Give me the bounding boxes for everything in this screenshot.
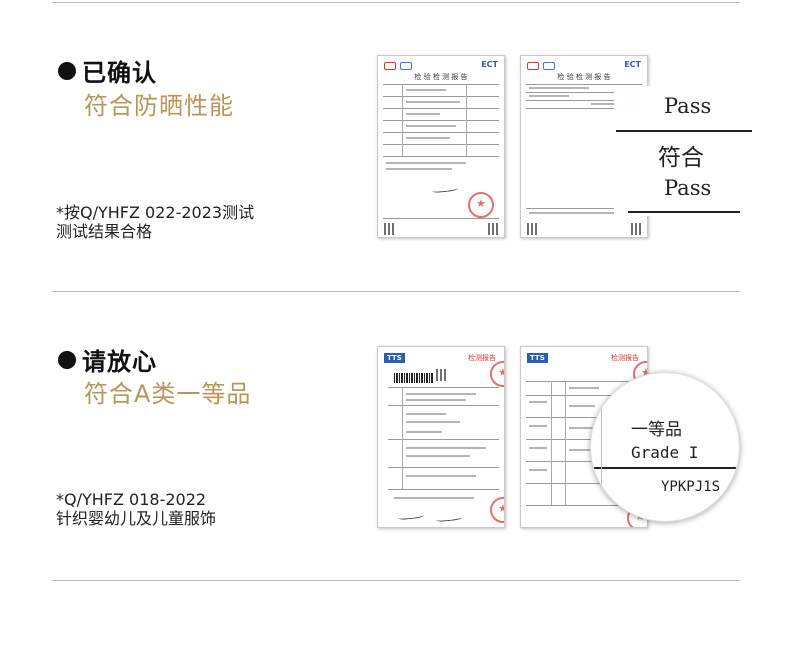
section1-subhead: 符合防晒性能 xyxy=(84,92,234,120)
report-seal-icon xyxy=(490,361,504,387)
qr-code-icon xyxy=(436,369,448,381)
callout-rule xyxy=(591,467,739,469)
section2-note: *Q/YHFZ 018-2022 针织婴幼儿及儿童服饰 xyxy=(56,490,216,528)
report-title: 检测报告 xyxy=(611,354,639,362)
callout-grade-cn: 一等品 xyxy=(631,420,682,440)
callout-grade-en: Grade I xyxy=(631,443,699,462)
top-divider xyxy=(52,2,740,3)
report-title: 检 验 检 测 报 告 xyxy=(414,73,468,81)
bullet-icon xyxy=(58,350,76,369)
callout-rule-bottom xyxy=(628,211,740,213)
report-brand: ECT xyxy=(624,60,641,69)
section2-headline: 请放心 xyxy=(58,342,157,377)
pass-callout: Pass 符合 Pass xyxy=(614,86,754,216)
middle-divider xyxy=(52,291,740,292)
report-seal-icon xyxy=(468,192,494,218)
signature-mark xyxy=(435,513,463,523)
signature-mark xyxy=(431,184,459,194)
report-image-1a: ECT 检 验 检 测 报 告 xyxy=(377,55,505,238)
callout-rule-top xyxy=(616,130,752,132)
magnifier-callout: 一等品 Grade I YPKPJ1S xyxy=(590,372,740,522)
barcode xyxy=(394,373,434,383)
cnas-logo-icon xyxy=(400,62,412,70)
report-brand: TTS xyxy=(527,353,548,363)
qr-code-icon xyxy=(488,223,500,235)
report-seal-icon xyxy=(490,497,504,523)
report-title: 检测报告 xyxy=(468,354,496,362)
section1-headline: 已确认 xyxy=(58,53,157,88)
bottom-divider xyxy=(52,580,740,581)
report-image-2a: TTS 检测报告 xyxy=(377,346,505,528)
section2-note-line1: *Q/YHFZ 018-2022 xyxy=(56,490,207,509)
callout-pass-top: Pass xyxy=(664,94,712,118)
report-brand: TTS xyxy=(384,353,405,363)
bullet-icon xyxy=(58,61,76,80)
section2-headline-text: 请放心 xyxy=(82,348,157,376)
cma-logo-icon xyxy=(384,62,396,70)
qr-code-icon xyxy=(384,223,396,235)
section1-note-line1: *按Q/YHFZ 022-2023测试 xyxy=(56,203,255,222)
section1-note: *按Q/YHFZ 022-2023测试 测试结果合格 xyxy=(56,203,254,241)
qr-code-icon xyxy=(527,223,539,235)
report-brand: ECT xyxy=(481,60,498,69)
report-title: 检 验 检 测 报 告 xyxy=(557,73,611,81)
callout-pass-bottom: Pass xyxy=(664,176,712,200)
qr-code-icon xyxy=(631,223,643,235)
section2-subhead: 符合A类一等品 xyxy=(84,380,252,408)
signature-mark xyxy=(397,511,425,521)
cnas-logo-icon xyxy=(543,62,555,70)
callout-code: YPKPJ1S xyxy=(661,479,721,495)
section2-note-line2: 针织婴幼儿及儿童服饰 xyxy=(56,509,217,528)
callout-fuhe: 符合 xyxy=(658,145,704,171)
callout-vline xyxy=(601,373,602,521)
cma-logo-icon xyxy=(527,62,539,70)
section1-headline-text: 已确认 xyxy=(82,59,157,87)
section1-note-line2: 测试结果合格 xyxy=(56,222,153,241)
